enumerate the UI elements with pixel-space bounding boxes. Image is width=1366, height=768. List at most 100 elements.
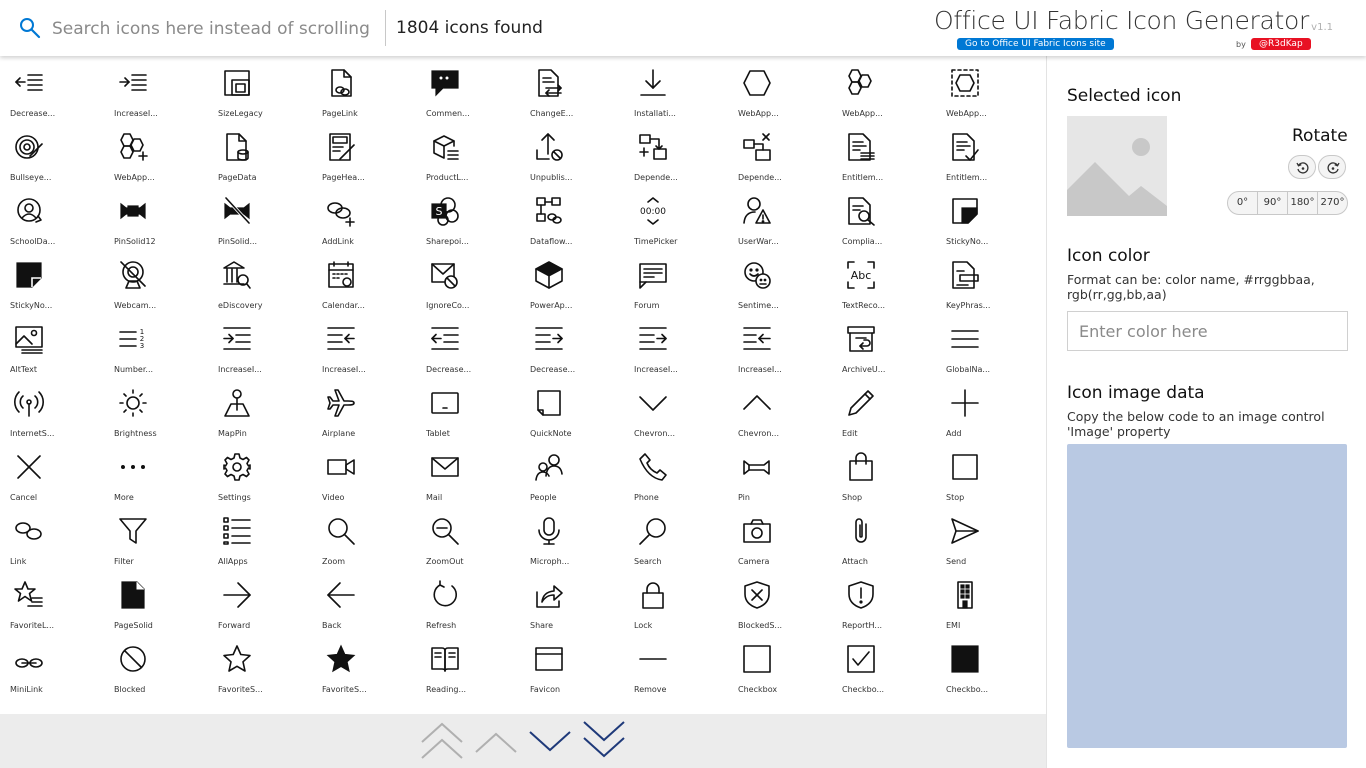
icon-tile[interactable]: 1 2 3 Number... [104, 312, 208, 376]
icon-tile[interactable]: ChangeE... [520, 56, 624, 120]
icon-tile[interactable]: Complia... [832, 184, 936, 248]
rotate-right-button[interactable] [1318, 155, 1346, 179]
rotate-0-button[interactable]: 0° [1228, 192, 1258, 214]
icon-tile[interactable]: InternetS... [0, 376, 104, 440]
icon-tile[interactable]: PinSolid12 [104, 184, 208, 248]
search-icon[interactable] [18, 16, 42, 40]
icon-tile[interactable]: Send [936, 504, 1040, 568]
icon-tile[interactable]: ProductL... [416, 120, 520, 184]
icon-tile[interactable]: IncreaseI... [104, 56, 208, 120]
icon-tile[interactable]: Zoom [312, 504, 416, 568]
icon-tile[interactable]: Back [312, 568, 416, 632]
icon-tile[interactable]: Edit [832, 376, 936, 440]
icon-tile[interactable]: PowerAp... [520, 248, 624, 312]
icon-tile[interactable]: Forward [208, 568, 312, 632]
icon-tile[interactable]: Shop [832, 440, 936, 504]
icon-tile[interactable]: AddLink [312, 184, 416, 248]
icon-tile[interactable]: Cancel [0, 440, 104, 504]
icon-tile[interactable]: QuickNote [520, 376, 624, 440]
icon-tile[interactable]: Dataflow... [520, 184, 624, 248]
icon-tile[interactable]: Decrease... [0, 56, 104, 120]
icon-tile[interactable]: Refresh [416, 568, 520, 632]
icon-tile[interactable]: S Sharepoi... [416, 184, 520, 248]
icon-tile[interactable]: AllApps [208, 504, 312, 568]
icon-tile[interactable]: Reading... [416, 632, 520, 696]
icon-tile[interactable]: WebApp... [832, 56, 936, 120]
icon-tile[interactable]: Unpublis... [520, 120, 624, 184]
icon-tile[interactable]: Bullseye... [0, 120, 104, 184]
icon-tile[interactable]: SchoolDa... [0, 184, 104, 248]
icon-tile[interactable]: StickyNo... [936, 184, 1040, 248]
icon-tile[interactable]: Camera [728, 504, 832, 568]
icon-tile[interactable]: MiniLink [0, 632, 104, 696]
rotate-270-button[interactable]: 270° [1318, 192, 1347, 214]
icon-tile[interactable]: PinSolid... [208, 184, 312, 248]
image-data-code[interactable] [1067, 444, 1347, 748]
icon-tile[interactable]: Link [0, 504, 104, 568]
icon-tile[interactable]: Abc TextReco... [832, 248, 936, 312]
icon-tile[interactable]: WebApp... [936, 56, 1040, 120]
icon-tile[interactable]: ReportH... [832, 568, 936, 632]
icon-tile[interactable]: Pin [728, 440, 832, 504]
icon-tile[interactable]: Checkbo... [936, 632, 1040, 696]
icon-tile[interactable]: FavoriteS... [312, 632, 416, 696]
rotate-left-button[interactable] [1288, 155, 1316, 179]
icon-tile[interactable]: Microph... [520, 504, 624, 568]
icon-tile[interactable]: Search [624, 504, 728, 568]
first-page-icon[interactable] [418, 718, 466, 766]
icon-tile[interactable]: IncreaseI... [728, 312, 832, 376]
icon-tile[interactable]: FavoriteL... [0, 568, 104, 632]
icon-tile[interactable]: Remove [624, 632, 728, 696]
icon-tile[interactable]: Airplane [312, 376, 416, 440]
icon-tile[interactable]: Tablet [416, 376, 520, 440]
icon-tile[interactable]: PageHea... [312, 120, 416, 184]
icon-tile[interactable]: WebApp... [728, 56, 832, 120]
fabric-site-link[interactable]: Go to Office UI Fabric Icons site [957, 38, 1114, 50]
icon-tile[interactable]: Commen... [416, 56, 520, 120]
icon-tile[interactable]: Lock [624, 568, 728, 632]
last-page-icon[interactable] [580, 718, 628, 766]
icon-tile[interactable]: Filter [104, 504, 208, 568]
author-badge[interactable]: @R3dKap [1251, 38, 1311, 50]
icon-tile[interactable]: GlobalNa... [936, 312, 1040, 376]
rotate-180-button[interactable]: 180° [1288, 192, 1318, 214]
icon-tile[interactable]: WebApp... [104, 120, 208, 184]
icon-tile[interactable]: AltText [0, 312, 104, 376]
icon-tile[interactable]: PageLink [312, 56, 416, 120]
icon-tile[interactable]: Share [520, 568, 624, 632]
icon-tile[interactable]: People [520, 440, 624, 504]
icon-tile[interactable]: Chevron... [728, 376, 832, 440]
next-page-icon[interactable] [526, 718, 574, 766]
icon-tile[interactable]: IncreaseI... [312, 312, 416, 376]
icon-color-input[interactable] [1067, 311, 1348, 351]
icon-tile[interactable]: Checkbo... [832, 632, 936, 696]
icon-tile[interactable]: Entitlem... [832, 120, 936, 184]
icon-tile[interactable]: IgnoreCo... [416, 248, 520, 312]
icon-tile[interactable]: ZoomOut [416, 504, 520, 568]
icon-tile[interactable]: Depende... [728, 120, 832, 184]
icon-tile[interactable]: Decrease... [416, 312, 520, 376]
icon-tile[interactable]: BlockedS... [728, 568, 832, 632]
icon-tile[interactable]: UserWar... [728, 184, 832, 248]
icon-tile[interactable]: StickyNo... [0, 248, 104, 312]
icon-tile[interactable]: Stop [936, 440, 1040, 504]
icon-tile[interactable]: Checkbox [728, 632, 832, 696]
icon-tile[interactable]: Webcam... [104, 248, 208, 312]
icon-tile[interactable]: 00:00 TimePicker [624, 184, 728, 248]
icon-tile[interactable]: PageSolid [104, 568, 208, 632]
icon-tile[interactable]: ArchiveU... [832, 312, 936, 376]
icon-tile[interactable]: Calendar... [312, 248, 416, 312]
icon-tile[interactable]: Brightness [104, 376, 208, 440]
icon-tile[interactable]: Decrease... [520, 312, 624, 376]
icon-tile[interactable]: MapPin [208, 376, 312, 440]
icon-tile[interactable]: Settings [208, 440, 312, 504]
icon-tile[interactable]: Chevron... [624, 376, 728, 440]
icon-tile[interactable]: IncreaseI... [208, 312, 312, 376]
icon-tile[interactable]: EMI [936, 568, 1040, 632]
icon-tile[interactable]: Video [312, 440, 416, 504]
icon-tile[interactable]: Favicon [520, 632, 624, 696]
icon-tile[interactable]: IncreaseI... [624, 312, 728, 376]
icon-tile[interactable]: Sentime... [728, 248, 832, 312]
icon-tile[interactable]: Blocked [104, 632, 208, 696]
icon-tile[interactable]: KeyPhras... [936, 248, 1040, 312]
